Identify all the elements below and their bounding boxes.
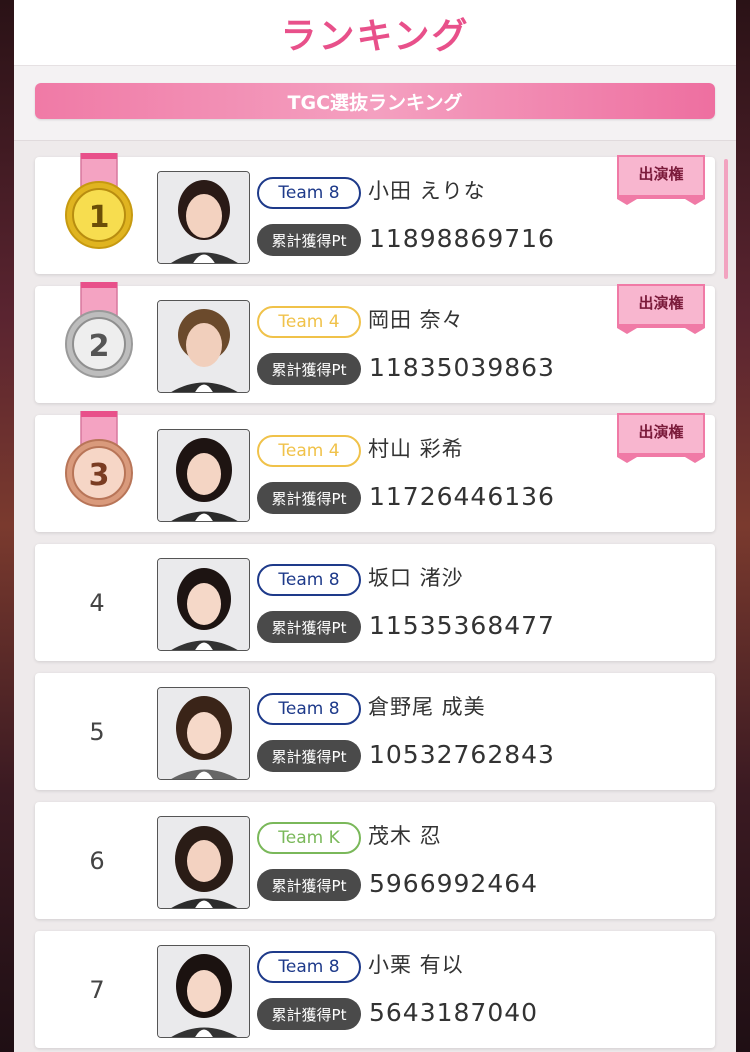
appearance-right-badge: 出演権: [617, 413, 705, 465]
rank-number: 7: [89, 975, 105, 1004]
ranking-row[interactable]: 6 Team K 茂木 忍 累計獲得Pt 5966992464: [35, 802, 715, 919]
avatar: [158, 172, 249, 263]
member-photo: [157, 945, 250, 1038]
cumulative-points-value: 5643187040: [369, 998, 539, 1027]
member-name: 村山 彩希: [368, 437, 464, 461]
silver-medal-icon: 2: [65, 282, 133, 378]
member-photo: [157, 558, 250, 651]
member-name: 小栗 有以: [368, 953, 464, 977]
rank-number: 6: [89, 846, 105, 875]
cumulative-points-label: 累計獲得Pt: [257, 740, 361, 772]
appearance-right-badge: 出演権: [617, 284, 705, 336]
member-name: 小田 えりな: [368, 179, 486, 203]
member-name: 岡田 奈々: [368, 308, 464, 332]
avatar: [158, 817, 249, 908]
member-photo: [157, 816, 250, 909]
appearance-right-label: 出演権: [638, 165, 684, 183]
bronze-medal-icon: 3: [65, 411, 133, 507]
cumulative-points-value: 10532762843: [369, 740, 555, 769]
background-right: [734, 0, 750, 1052]
header: ランキング: [14, 0, 736, 66]
ranking-row[interactable]: 5 Team 8 倉野尾 成美 累計獲得Pt 10532762843: [35, 673, 715, 790]
ranking-row[interactable]: 2 Team 4 岡田 奈々 累計獲得Pt 11835039863 出演権: [35, 282, 715, 403]
ranking-category-label: TGC選抜ランキング: [287, 91, 463, 114]
ranking-row[interactable]: 7 Team 8 小栗 有以 累計獲得Pt 5643187040: [35, 931, 715, 1048]
ranking-row[interactable]: 4 Team 8 坂口 渚沙 累計獲得Pt 11535368477: [35, 544, 715, 661]
cumulative-points-value: 11835039863: [369, 353, 555, 382]
medal-rank-number: 3: [89, 458, 110, 493]
rank-number: 4: [89, 588, 105, 617]
rank-number: 5: [89, 717, 105, 746]
member-photo: [157, 687, 250, 780]
team-badge: Team 8: [257, 951, 361, 983]
page-title: ランキング: [280, 15, 470, 57]
team-badge: Team 4: [257, 306, 361, 338]
team-badge: Team 8: [257, 693, 361, 725]
avatar: [158, 946, 249, 1037]
member-name: 倉野尾 成美: [368, 695, 486, 719]
appearance-right-label: 出演権: [638, 423, 684, 441]
cumulative-points-label: 累計獲得Pt: [257, 482, 361, 514]
team-badge: Team K: [257, 822, 361, 854]
gold-medal-icon: 1: [65, 153, 133, 249]
avatar: [158, 301, 249, 392]
ranking-panel: ランキング TGC選抜ランキング 1 Team 8 小田 えりな 累計獲得Pt …: [14, 0, 736, 1052]
cumulative-points-value: 11898869716: [369, 224, 555, 253]
ranking-row[interactable]: 3 Team 4 村山 彩希 累計獲得Pt 11726446136 出演権: [35, 411, 715, 532]
cumulative-points-value: 5966992464: [369, 869, 539, 898]
avatar: [158, 559, 249, 650]
member-photo: [157, 171, 250, 264]
cumulative-points-value: 11726446136: [369, 482, 555, 511]
cumulative-points-label: 累計獲得Pt: [257, 869, 361, 901]
avatar: [158, 688, 249, 779]
cumulative-points-label: 累計獲得Pt: [257, 998, 361, 1030]
cumulative-points-label: 累計獲得Pt: [257, 611, 361, 643]
ranking-category-bar: TGC選抜ランキング: [35, 83, 715, 119]
ranking-list[interactable]: 1 Team 8 小田 えりな 累計獲得Pt 11898869716 出演権 2…: [14, 140, 736, 1052]
cumulative-points-value: 11535368477: [369, 611, 555, 640]
team-badge: Team 8: [257, 564, 361, 596]
member-name: 坂口 渚沙: [368, 566, 464, 590]
team-badge: Team 8: [257, 177, 361, 209]
medal-rank-number: 1: [89, 200, 110, 235]
ranking-row[interactable]: 1 Team 8 小田 えりな 累計獲得Pt 11898869716 出演権: [35, 153, 715, 274]
member-name: 茂木 忍: [368, 824, 442, 848]
cumulative-points-label: 累計獲得Pt: [257, 224, 361, 256]
team-badge: Team 4: [257, 435, 361, 467]
medal-rank-number: 2: [89, 329, 110, 364]
member-photo: [157, 300, 250, 393]
appearance-right-label: 出演権: [638, 294, 684, 312]
member-photo: [157, 429, 250, 522]
scrollbar[interactable]: [724, 159, 728, 279]
avatar: [158, 430, 249, 521]
cumulative-points-label: 累計獲得Pt: [257, 353, 361, 385]
appearance-right-badge: 出演権: [617, 155, 705, 207]
